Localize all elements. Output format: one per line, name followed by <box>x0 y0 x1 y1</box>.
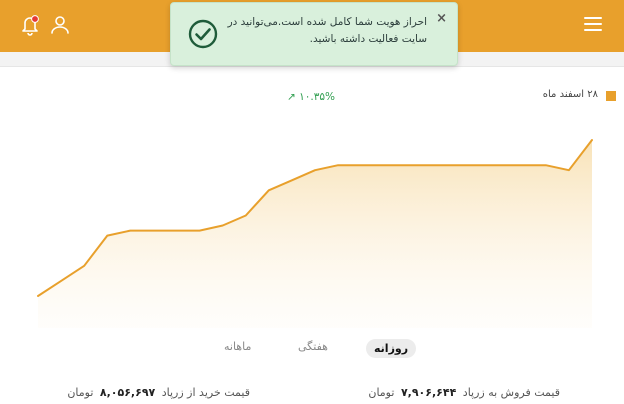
close-icon[interactable]: × <box>436 11 447 26</box>
sell-price-value: ۷,۹۰۶,۶۴۴ <box>400 386 457 399</box>
sell-price: قیمت فروش به زرپاد ۷,۹۰۶,۶۴۴ تومان <box>368 386 560 399</box>
buy-price-label: قیمت خرید از زرپاد <box>161 386 250 399</box>
period-tabs: روزانه هفتگی ماهانه <box>0 336 624 360</box>
sell-price-label: قیمت فروش به زرپاد <box>462 386 560 399</box>
price-chart <box>37 139 593 328</box>
toast-message: احراز هویت شما کامل شده است.می‌توانید در… <box>227 16 427 45</box>
chart-area <box>38 140 592 328</box>
user-icon[interactable] <box>50 14 70 36</box>
legend-label: ۲۸ اسفند ماه <box>542 89 598 100</box>
bell-icon[interactable] <box>20 14 40 36</box>
success-toast: احراز هویت شما کامل شده است.می‌توانید در… <box>170 2 458 66</box>
sell-price-unit: تومان <box>368 386 395 399</box>
buy-price-value: ۸,۰۵۶,۶۹۷ <box>99 386 156 399</box>
check-circle-icon <box>188 19 218 49</box>
buy-price-unit: تومان <box>67 386 94 399</box>
tab-monthly[interactable]: ماهانه <box>224 340 251 353</box>
tab-weekly[interactable]: هفتگی <box>298 340 328 353</box>
tab-daily[interactable]: روزانه <box>366 339 417 358</box>
hamburger-icon[interactable] <box>584 17 602 31</box>
buy-price: قیمت خرید از زرپاد ۸,۰۵۶,۶۹۷ تومان <box>67 386 250 399</box>
